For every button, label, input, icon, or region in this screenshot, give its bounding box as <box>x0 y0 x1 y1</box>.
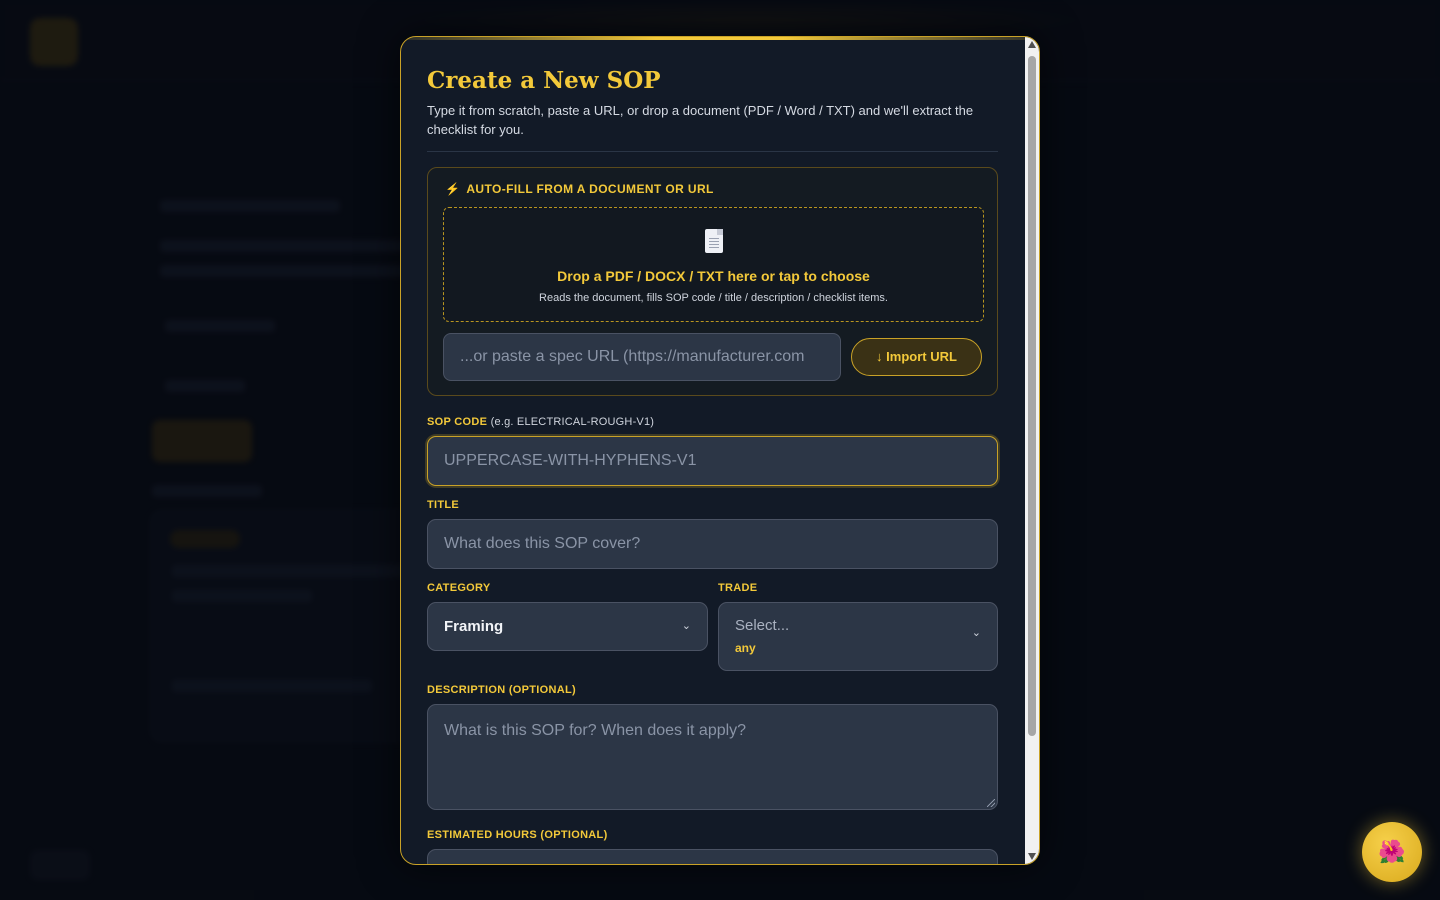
category-select[interactable]: Framing ⌄ <box>427 602 708 651</box>
document-icon-line <box>709 247 719 248</box>
autofill-panel: ⚡ AUTO-FILL FROM A DOCUMENT OR URL Drop a… <box>427 167 998 396</box>
bolt-icon: ⚡ <box>445 182 461 196</box>
scrollbar-thumb[interactable] <box>1028 56 1036 736</box>
file-dropzone[interactable]: Drop a PDF / DOCX / TXT here or tap to c… <box>443 207 984 322</box>
modal-subtitle: Type it from scratch, paste a URL, or dr… <box>427 103 974 137</box>
trade-select[interactable]: Select... any ⌄ <box>718 602 998 671</box>
resize-handle-icon[interactable] <box>987 799 995 807</box>
document-icon <box>705 229 723 253</box>
divider <box>427 151 998 152</box>
description-textarea[interactable]: What is this SOP for? When does it apply… <box>427 704 998 810</box>
trade-label: TRADE <box>718 582 758 594</box>
scroll-down-arrow-icon[interactable] <box>1028 853 1036 860</box>
title-input[interactable]: What does this SOP cover? <box>427 519 998 569</box>
sop-code-label-text: SOP CODE <box>427 416 488 428</box>
autofill-heading: ⚡ AUTO-FILL FROM A DOCUMENT OR URL <box>445 182 714 196</box>
title-label: TITLE <box>427 499 460 511</box>
modal-scrollbar[interactable] <box>1025 37 1039 864</box>
description-placeholder: What is this SOP for? When does it apply… <box>444 722 747 739</box>
estimated-hours-label: ESTIMATED HOURS (OPTIONAL) <box>427 829 608 841</box>
scroll-up-arrow-icon[interactable] <box>1028 41 1036 48</box>
chevron-down-icon: ⌄ <box>681 620 691 632</box>
dropzone-hint: Reads the document, fills SOP code / tit… <box>539 292 888 304</box>
estimated-hours-input[interactable] <box>427 849 998 864</box>
document-icon-line <box>709 238 719 239</box>
description-label: DESCRIPTION (OPTIONAL) <box>427 684 576 696</box>
import-url-button[interactable]: ↓ Import URL <box>851 338 982 376</box>
modal-accent-line <box>401 37 1039 40</box>
category-label: CATEGORY <box>427 582 491 594</box>
autofill-heading-text: AUTO-FILL FROM A DOCUMENT OR URL <box>466 182 714 196</box>
trade-placeholder: Select... <box>735 617 790 634</box>
document-icon-line <box>709 244 719 245</box>
dropzone-label: Drop a PDF / DOCX / TXT here or tap to c… <box>557 268 870 284</box>
document-icon-line <box>709 241 719 242</box>
sop-code-label: SOP CODE (e.g. ELECTRICAL-ROUGH-V1) <box>427 416 654 428</box>
modal-title: Create a New SOP <box>427 67 661 94</box>
sop-code-input[interactable]: UPPERCASE-WITH-HYPHENS-V1 <box>427 436 998 486</box>
flower-icon: 🌺 <box>1378 839 1406 864</box>
category-value: Framing <box>444 618 504 635</box>
spec-url-input[interactable]: ...or paste a spec URL (https://manufact… <box>443 333 841 381</box>
trade-sub-label: any <box>735 641 756 655</box>
sop-code-hint: (e.g. ELECTRICAL-ROUGH-V1) <box>490 416 655 428</box>
chevron-down-icon: ⌄ <box>971 627 981 639</box>
assistant-fab-button[interactable]: 🌺 <box>1362 822 1422 882</box>
create-sop-modal: Create a New SOP Type it from scratch, p… <box>400 36 1040 865</box>
